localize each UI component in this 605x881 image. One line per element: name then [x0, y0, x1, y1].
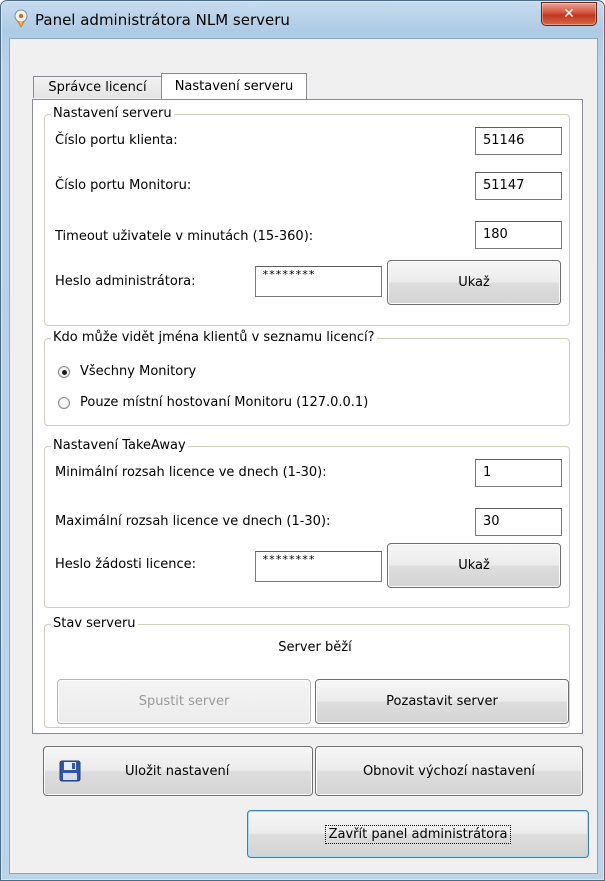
restore-defaults-button[interactable]: Obnovit výchozí nastavení: [315, 746, 583, 796]
client-visibility-group: Kdo může vidět jména klientů v seznamu l…: [44, 330, 570, 426]
takeaway-min-input[interactable]: 1: [475, 459, 562, 487]
floppy-disk-icon: [59, 760, 81, 782]
app-icon: [14, 9, 28, 28]
timeout-input[interactable]: 180: [475, 221, 562, 249]
radio-all-monitors[interactable]: [58, 366, 70, 378]
takeaway-max-label: Maximální rozsah licence ve dnech (1-30)…: [55, 514, 331, 529]
takeaway-settings-legend: Nastavení TakeAway: [51, 438, 188, 453]
title-bar[interactable]: Panel administrátora NLM serveru ✕: [1, 1, 604, 37]
pause-server-button[interactable]: Pozastavit server: [315, 679, 569, 724]
radio-all-monitors-label[interactable]: Všechny Monitory: [80, 364, 196, 379]
restore-defaults-label: Obnovit výchozí nastavení: [362, 763, 536, 779]
monitor-port-label: Číslo portu Monitoru:: [55, 178, 192, 193]
server-status-legend: Stav serveru: [51, 616, 138, 631]
takeaway-max-input[interactable]: 30: [475, 508, 562, 536]
timeout-label: Timeout uživatele v minutách (15-360):: [55, 229, 314, 244]
window-title: Panel administrátora NLM serveru: [35, 11, 290, 29]
start-server-label: Spustit server: [138, 694, 230, 709]
request-password-label: Heslo žádosti licence:: [55, 557, 196, 572]
pause-server-label: Pozastavit server: [386, 694, 498, 709]
start-server-button[interactable]: Spustit server: [57, 679, 311, 724]
server-status-text: Server běží: [278, 640, 352, 655]
admin-password-label: Heslo administrátora:: [55, 274, 196, 289]
client-port-input[interactable]: 51146: [475, 127, 562, 155]
tab-server-settings-label: Nastavení serveru: [174, 79, 294, 94]
save-settings-label: Uložit nastavení: [125, 763, 230, 779]
radio-local-monitor[interactable]: [58, 397, 70, 409]
close-admin-panel-label: Zavřít panel administrátora: [324, 824, 512, 844]
radio-local-monitor-label[interactable]: Pouze místní hostovaní Monitoru (127.0.0…: [80, 395, 368, 410]
client-visibility-legend: Kdo může vidět jména klientů v seznamu l…: [51, 330, 377, 345]
server-settings-legend: Nastavení serveru: [51, 106, 174, 121]
takeaway-min-label: Minimální rozsah licence ve dnech (1-30)…: [55, 465, 327, 480]
show-request-password-label: Ukaž: [458, 558, 490, 573]
show-request-password-button[interactable]: Ukaž: [387, 543, 561, 588]
close-window-button[interactable]: ✕: [541, 2, 597, 26]
client-port-label: Číslo portu klienta:: [55, 133, 178, 148]
tab-server-settings[interactable]: Nastavení serveru: [161, 73, 307, 99]
request-password-input[interactable]: ********: [255, 551, 382, 582]
show-admin-password-button[interactable]: Ukaž: [387, 260, 561, 305]
admin-password-input[interactable]: ********: [255, 266, 382, 297]
close-icon: ✕: [563, 6, 575, 22]
show-admin-password-label: Ukaž: [458, 275, 490, 290]
tab-license-manager[interactable]: Správce licencí: [33, 76, 162, 98]
save-settings-button[interactable]: Uložit nastavení: [43, 746, 313, 796]
monitor-port-input[interactable]: 51147: [475, 172, 562, 200]
tab-license-manager-label: Správce licencí: [48, 80, 147, 95]
close-admin-panel-button[interactable]: Zavřít panel administrátora: [247, 810, 589, 858]
